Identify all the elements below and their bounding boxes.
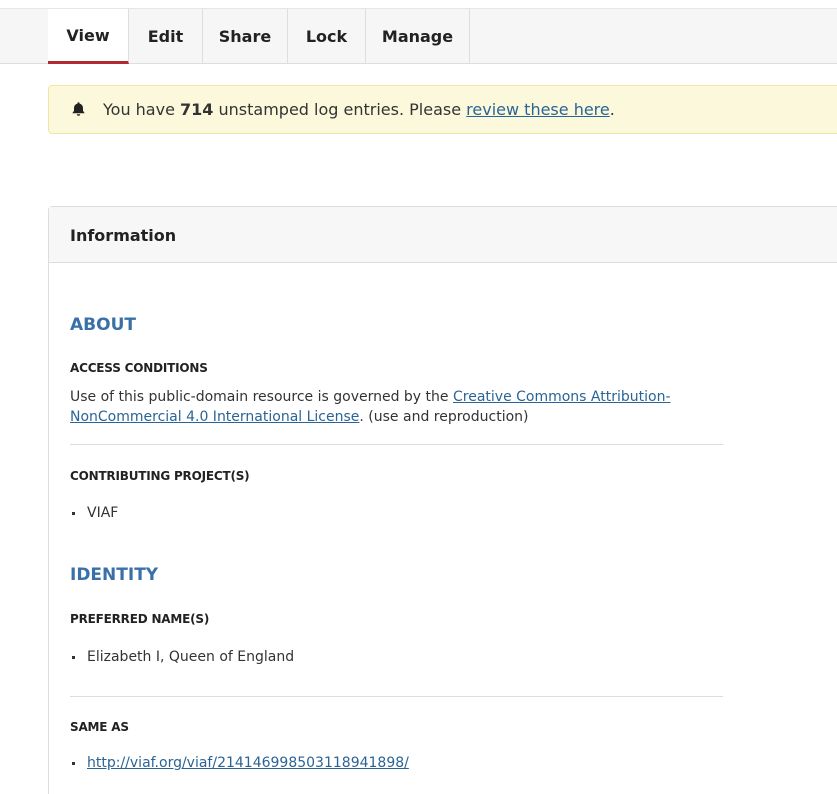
list-item: Elizabeth I, Queen of England <box>70 649 294 665</box>
bullet-icon <box>72 655 75 659</box>
viaf-link[interactable]: http://viaf.org/viaf/2141469985031189418… <box>87 755 409 771</box>
list-item: http://viaf.org/viaf/2141469985031189418… <box>70 755 409 771</box>
preferred-name: Elizabeth I, Queen of England <box>87 649 295 665</box>
bullet-icon <box>72 511 75 515</box>
panel-header: Information <box>49 207 837 263</box>
list-item: VIAF <box>70 505 118 521</box>
tab-manage-label: Manage <box>381 27 454 46</box>
tab-manage[interactable]: Manage <box>366 9 470 64</box>
tabs: View Edit Share Lock Manage <box>48 9 470 64</box>
panel-title: Information <box>70 226 177 245</box>
divider <box>70 444 723 445</box>
tab-edit[interactable]: Edit <box>129 9 203 64</box>
access-suffix: . (use and reproduction) <box>359 409 529 425</box>
tab-view[interactable]: View <box>48 9 129 64</box>
preferred-names-label: PREFERRED NAME(S) <box>70 612 210 626</box>
same-as-label: SAME AS <box>70 720 129 734</box>
information-panel: Information ABOUT ACCESS CONDITIONS Use … <box>48 206 837 794</box>
about-heading: ABOUT <box>70 315 136 335</box>
review-entries-link[interactable]: review these here <box>466 100 610 119</box>
divider <box>70 696 723 697</box>
alert-suffix: . <box>609 100 615 119</box>
identity-heading: IDENTITY <box>70 565 159 585</box>
alert-message: You have 714 unstamped log entries. Plea… <box>103 100 615 119</box>
access-conditions-label: ACCESS CONDITIONS <box>70 361 208 375</box>
tab-view-label: View <box>66 25 110 45</box>
tab-lock[interactable]: Lock <box>288 9 366 64</box>
tab-share-label: Share <box>218 27 272 46</box>
unstamped-count: 714 <box>180 100 214 119</box>
bullet-icon <box>72 761 75 765</box>
tab-bar: View Edit Share Lock Manage <box>0 8 837 64</box>
alert-middle: unstamped log entries. Please <box>218 100 462 119</box>
access-prefix: Use of this public-domain resource is go… <box>70 389 449 405</box>
tab-share[interactable]: Share <box>203 9 288 64</box>
contributing-projects-label: CONTRIBUTING PROJECT(S) <box>70 469 250 483</box>
alert-prefix: You have <box>103 100 175 119</box>
page: View Edit Share Lock Manage You have 714… <box>0 0 837 794</box>
access-conditions-text: Use of this public-domain resource is go… <box>70 387 730 427</box>
bell-icon <box>70 101 87 121</box>
contributing-project: VIAF <box>87 505 119 521</box>
tab-edit-label: Edit <box>147 27 184 46</box>
tab-lock-label: Lock <box>305 27 348 46</box>
unstamped-log-alert: You have 714 unstamped log entries. Plea… <box>48 85 837 134</box>
